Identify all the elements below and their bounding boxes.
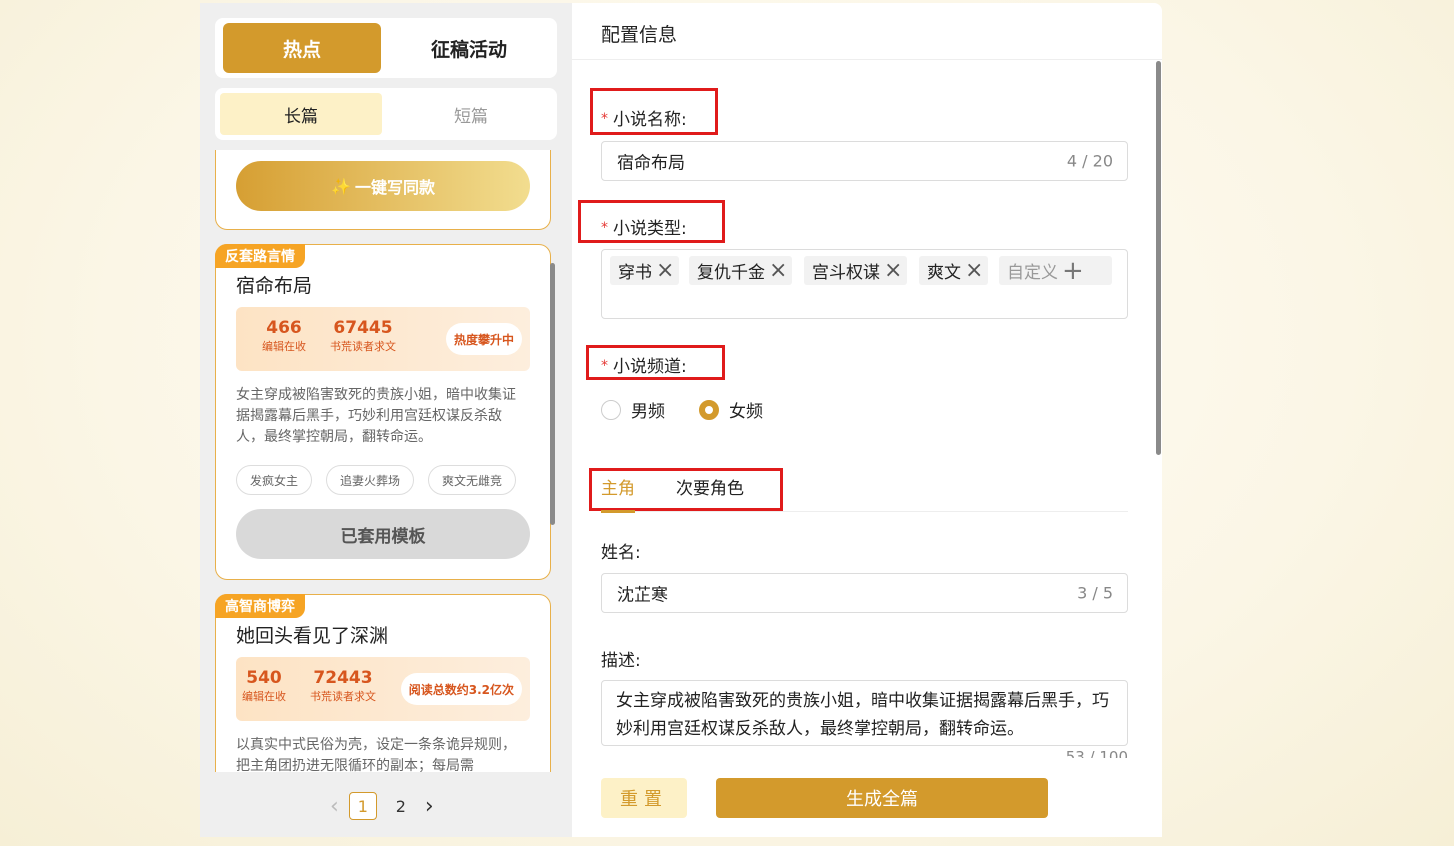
card-description: 以真实中式民俗为壳，设定一条条诡异规则，把主角团扔进无限循环的副本；每局需 xyxy=(236,737,516,772)
card-tag-chip: 爽文无雌竞 xyxy=(428,465,517,495)
template-card-list: ✨ 一键写同款 反套路言情 宿命布局 466 编辑在收 67445 书荒读者求文 xyxy=(215,150,557,772)
config-form: * 小说名称: 宿命布局 4 / 20 * 小说类型: 穿书 × 复仇千金 × 宫斗权谋… xyxy=(572,60,1162,758)
hot-badge: 热度攀升中 xyxy=(445,323,522,355)
card-tag-chip: 发疯女主 xyxy=(236,465,313,495)
radio-female[interactable]: 女频 xyxy=(699,397,763,422)
config-header: 配置信息 xyxy=(572,3,1162,60)
editor-count: 466 xyxy=(266,318,302,338)
template-panel: 热点 征稿活动 长篇 短篇 ✨ 一键写同款 反套路言情 宿命布局 466 编辑在… xyxy=(200,3,572,837)
page-title: 配置信息 xyxy=(601,24,678,46)
card-title: 宿命布局 xyxy=(236,275,313,297)
card-category-tag: 高智商博弈 xyxy=(215,594,305,618)
hot-badge: 阅读总数约3.2亿次 xyxy=(400,673,522,705)
page-2[interactable]: 2 xyxy=(387,792,415,820)
card-category-tag: 反套路言情 xyxy=(215,244,305,268)
sparkle-icon: ✨ xyxy=(331,176,351,196)
form-footer: 重置 生成全篇 xyxy=(572,758,1162,837)
tab-contest[interactable]: 征稿活动 xyxy=(390,23,548,73)
page-1[interactable]: 1 xyxy=(348,792,377,820)
config-panel: 配置信息 * 小说名称: 宿命布局 4 / 20 * 小说类型: 穿书 × 复仇千金 ×… xyxy=(572,3,1162,837)
novel-name-value: 宿命布局 xyxy=(617,153,685,174)
close-icon[interactable]: × xyxy=(884,259,902,282)
novel-name-counter: 4 / 20 xyxy=(1066,151,1113,171)
reset-button[interactable]: 重置 xyxy=(601,778,687,818)
template-card[interactable]: 高智商博弈 她回头看见了深渊 540 编辑在收 72443 书荒读者求文 阅读总… xyxy=(215,594,551,772)
close-icon[interactable]: × xyxy=(965,259,983,282)
description-textarea[interactable]: 女主穿成被陷害致死的贵族小姐，暗中收集证据揭露幕后黑手，巧妙利用宫廷权谋反杀敌人… xyxy=(601,680,1128,746)
next-page-icon[interactable]: › xyxy=(425,794,434,819)
generate-button[interactable]: 生成全篇 xyxy=(716,778,1048,818)
add-custom-tag-button[interactable]: 自定义 + xyxy=(999,256,1112,285)
write-same-label: 一键写同款 xyxy=(354,178,435,197)
write-same-button[interactable]: ✨ 一键写同款 xyxy=(236,161,530,211)
template-card[interactable]: 反套路言情 宿命布局 466 编辑在收 67445 书荒读者求文 热度攀升中 女… xyxy=(215,244,551,580)
reader-count: 67445 xyxy=(333,318,393,338)
pagination: ‹ 1 2 › xyxy=(330,791,434,821)
tab-hot[interactable]: 热点 xyxy=(223,23,381,73)
card-stats: 466 编辑在收 67445 书荒读者求文 热度攀升中 xyxy=(236,307,530,371)
template-card-partial: ✨ 一键写同款 xyxy=(215,150,551,230)
tab-short[interactable]: 短篇 xyxy=(390,93,552,135)
editor-count-label: 编辑在收 xyxy=(262,340,306,353)
close-icon[interactable]: × xyxy=(656,259,674,282)
card-title: 她回头看见了深渊 xyxy=(236,625,389,647)
tab-long[interactable]: 长篇 xyxy=(220,93,382,135)
type-tag: 宫斗权谋 × xyxy=(804,256,908,285)
card-stats: 540 编辑在收 72443 书荒读者求文 阅读总数约3.2亿次 xyxy=(236,657,530,721)
description-counter: 53 / 100 xyxy=(1065,748,1128,758)
type-tag: 复仇千金 × xyxy=(689,256,793,285)
name-counter: 3 / 5 xyxy=(1077,583,1113,603)
description-label: 描述: xyxy=(601,651,641,671)
name-label: 姓名: xyxy=(601,543,641,563)
editor-count: 540 xyxy=(246,668,282,688)
tab-secondary-role[interactable]: 次要角色 xyxy=(676,474,744,499)
radio-circle-icon xyxy=(601,399,621,420)
plus-icon: + xyxy=(1062,255,1084,286)
reader-count-label: 书荒读者求文 xyxy=(310,690,376,703)
card-tags: 发疯女主 追妻火葬场 爽文无雌竞 xyxy=(236,465,517,495)
novel-type-label: * 小说类型: xyxy=(601,219,687,239)
tab-protagonist[interactable]: 主角 xyxy=(601,474,635,499)
novel-type-tags[interactable]: 穿书 × 复仇千金 × 宫斗权谋 × 爽文 × 自定义 + xyxy=(601,249,1128,319)
radio-male[interactable]: 男频 xyxy=(601,397,665,422)
mode-tabs: 热点 征稿活动 xyxy=(215,18,557,78)
app-window: 热点 征稿活动 长篇 短篇 ✨ 一键写同款 反套路言情 宿命布局 466 编辑在… xyxy=(200,3,1162,837)
close-icon[interactable]: × xyxy=(769,259,787,282)
type-tag: 爽文 × xyxy=(919,256,989,285)
form-scrollbar[interactable] xyxy=(1156,61,1161,455)
name-input[interactable]: 沈芷寒 3 / 5 xyxy=(601,573,1128,613)
radio-checked-icon xyxy=(699,399,719,420)
length-tabs: 长篇 短篇 xyxy=(215,88,557,140)
reader-count-label: 书荒读者求文 xyxy=(330,340,396,353)
channel-radio-group: 男频 女频 xyxy=(601,397,763,422)
prev-page-icon[interactable]: ‹ xyxy=(330,794,339,819)
active-tab-underline xyxy=(601,510,635,513)
reader-count: 72443 xyxy=(313,668,373,688)
card-description: 女主穿成被陷害致死的贵族小姐，暗中收集证据揭露幕后黑手，巧妙利用宫廷权谋反杀敌人… xyxy=(236,387,516,445)
use-template-button[interactable]: 已套用模板 xyxy=(236,509,530,559)
card-list-scrollbar[interactable] xyxy=(550,263,555,525)
card-tag-chip: 追妻火葬场 xyxy=(326,465,415,495)
role-tabs: 主角 次要角色 xyxy=(601,468,1128,513)
type-tag: 穿书 × xyxy=(610,256,680,285)
novel-channel-label: * 小说频道: xyxy=(601,357,687,377)
novel-name-input[interactable]: 宿命布局 4 / 20 xyxy=(601,141,1128,181)
editor-count-label: 编辑在收 xyxy=(242,690,286,703)
novel-name-label: * 小说名称: xyxy=(601,110,687,130)
name-value: 沈芷寒 xyxy=(617,585,668,606)
